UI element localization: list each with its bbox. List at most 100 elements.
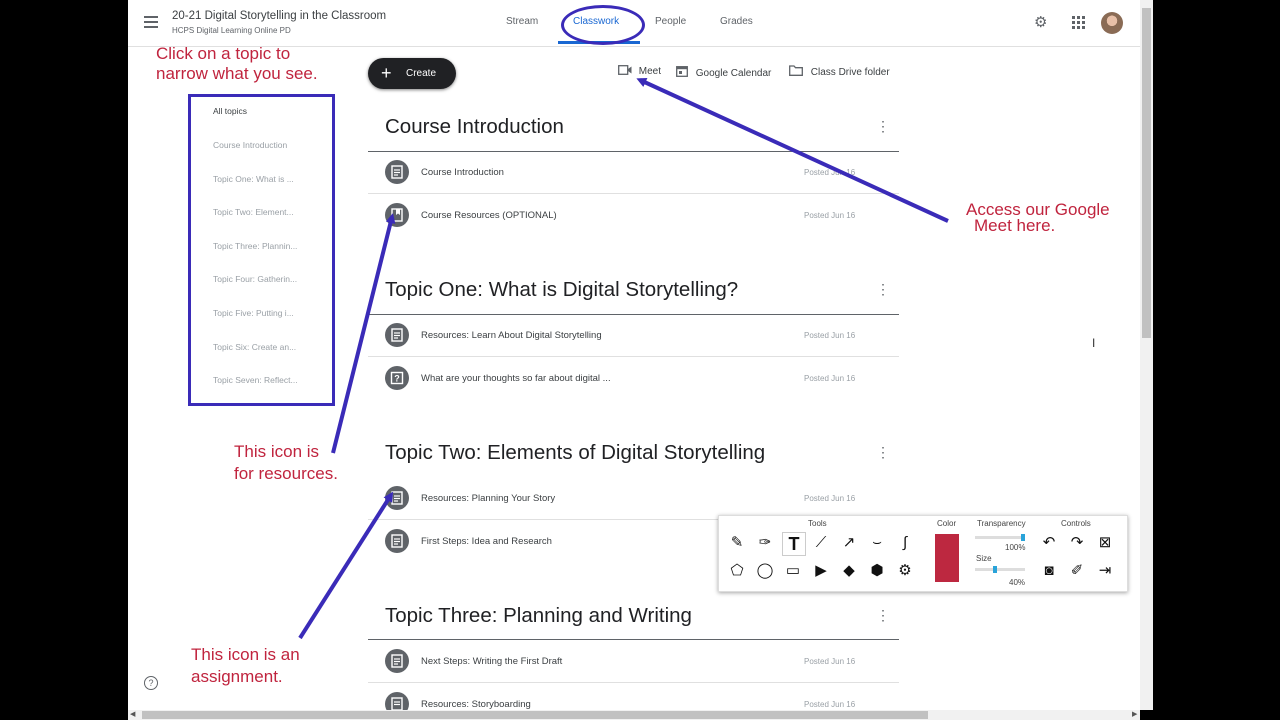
controls-label: Controls — [1061, 519, 1091, 528]
section-title[interactable]: Topic One: What is Digital Storytelling? — [385, 278, 738, 302]
exit-icon[interactable]: ⇥ — [1094, 560, 1116, 582]
transparency-label: Transparency — [977, 519, 1026, 528]
tab-stream[interactable]: Stream — [506, 16, 538, 27]
settings-gear-icon[interactable]: ⚙ — [1034, 13, 1047, 31]
section-divider — [368, 639, 899, 640]
topic-item[interactable]: Topic One: What is ... — [213, 174, 294, 184]
pencil-icon[interactable]: ✎ — [726, 532, 748, 554]
section-title[interactable]: Course Introduction — [385, 115, 564, 139]
row-divider — [368, 682, 899, 683]
freeform-tool-icon[interactable]: ∫ — [894, 532, 916, 554]
curve-tool-icon[interactable]: ⌣ — [866, 532, 888, 554]
create-button[interactable]: + Create — [368, 58, 456, 89]
material-icon — [385, 529, 409, 553]
classwork-item-title[interactable]: Course Introduction — [421, 167, 504, 178]
posted-date: Posted Jun 16 — [804, 168, 856, 177]
meet-note: Access our Google Meet here. — [966, 200, 1110, 235]
topic-all[interactable]: All topics — [213, 106, 247, 116]
topic-item[interactable]: Topic Three: Plannin... — [213, 241, 297, 251]
tab-grades[interactable]: Grades — [720, 16, 753, 27]
section-divider — [368, 151, 899, 152]
topic-item[interactable]: Topic Seven: Reflect... — [213, 375, 298, 385]
arrow-tool-icon[interactable]: ↗ — [838, 532, 860, 554]
class-title[interactable]: 20-21 Digital Storytelling in the Classr… — [172, 10, 386, 22]
topic-item[interactable]: Topic Four: Gatherin... — [213, 274, 297, 284]
tab-people[interactable]: People — [655, 16, 686, 27]
settings-gear-icon[interactable]: ⚙ — [894, 560, 916, 582]
eraser-icon[interactable]: ◆ — [838, 560, 860, 582]
classroom-page: 20-21 Digital Storytelling in the Classr… — [128, 0, 1140, 710]
resource-icon — [385, 203, 409, 227]
posted-date: Posted Jun 16 — [804, 700, 856, 709]
help-icon[interactable]: ? — [144, 676, 158, 690]
material-icon — [385, 323, 409, 347]
marker-icon[interactable]: ✑ — [754, 532, 776, 554]
redo-icon[interactable]: ↷ — [1066, 532, 1088, 554]
polygon-tool-icon[interactable]: ⬠ — [726, 560, 748, 582]
row-divider — [368, 193, 899, 194]
calendar-icon — [676, 66, 688, 77]
size-label: Size — [976, 554, 992, 563]
tools-label: Tools — [808, 519, 827, 528]
more-options-icon[interactable]: ⋮ — [876, 281, 890, 298]
camera-icon[interactable]: ◙ — [1038, 560, 1060, 582]
more-options-icon[interactable]: ⋮ — [876, 607, 890, 624]
vertical-scrollbar[interactable] — [1140, 0, 1153, 710]
size-slider[interactable] — [975, 566, 1025, 573]
classwork-item-title[interactable]: Resources: Planning Your Story — [421, 493, 555, 504]
ellipse-tool-icon[interactable]: ◯ — [754, 560, 776, 582]
posted-date: Posted Jun 16 — [804, 331, 856, 340]
material-icon — [385, 649, 409, 673]
topic-item[interactable]: Topic Five: Putting i... — [213, 308, 294, 318]
meet-link[interactable]: Meet — [618, 65, 661, 77]
folder-icon — [789, 65, 803, 76]
fill-bucket-icon[interactable]: ⬢ — [866, 560, 888, 582]
text-tool-icon[interactable]: T — [782, 532, 806, 556]
posted-date: Posted Jun 16 — [804, 211, 856, 220]
classwork-item-title[interactable]: First Steps: Idea and Research — [421, 536, 552, 547]
topic-item[interactable]: Topic Six: Create an... — [213, 342, 296, 352]
google-calendar-link[interactable]: Google Calendar — [676, 65, 771, 79]
main-menu-icon[interactable] — [144, 16, 158, 28]
video-camera-icon — [618, 65, 632, 75]
text-cursor-icon: I — [1092, 336, 1096, 350]
class-drive-folder-link[interactable]: Class Drive folder — [789, 65, 890, 78]
section-title[interactable]: Topic Three: Planning and Writing — [385, 604, 692, 628]
topic-note: Click on a topic to narrow what you see. — [156, 44, 318, 83]
classwork-item-title[interactable]: Resources: Learn About Digital Storytell… — [421, 330, 602, 341]
topic-item[interactable]: Topic Two: Element... — [213, 207, 294, 217]
color-label: Color — [937, 519, 957, 528]
transparency-value: 100% — [1005, 543, 1026, 552]
classwork-item-title[interactable]: Resources: Storyboarding — [421, 699, 531, 710]
edit-icon[interactable]: ✐ — [1066, 560, 1088, 582]
user-avatar[interactable] — [1101, 12, 1123, 34]
posted-date: Posted Jun 16 — [804, 494, 856, 503]
classwork-item-title[interactable]: What are your thoughts so far about digi… — [421, 373, 611, 384]
material-icon — [385, 486, 409, 510]
question-icon: ? — [385, 366, 409, 390]
selected-color-swatch[interactable] — [935, 534, 959, 582]
apps-grid-icon[interactable] — [1072, 16, 1085, 29]
drawing-toolbar: Tools Color Transparency Controls ✎ ✑ T … — [718, 515, 1128, 592]
section-title[interactable]: Topic Two: Elements of Digital Storytell… — [385, 441, 765, 465]
clear-canvas-icon[interactable]: ⊠ — [1094, 532, 1116, 554]
section-divider — [368, 314, 899, 315]
topic-item[interactable]: Course Introduction — [213, 140, 287, 150]
posted-date: Posted Jun 16 — [804, 657, 856, 666]
classwork-item-title[interactable]: Next Steps: Writing the First Draft — [421, 656, 562, 667]
classwork-item-title[interactable]: Course Resources (OPTIONAL) — [421, 210, 557, 221]
posted-date: Posted Jun 16 — [804, 374, 856, 383]
line-tool-icon[interactable]: ⟋ — [810, 532, 832, 554]
horizontal-scrollbar[interactable]: ◀ ▶ — [128, 710, 1140, 720]
svg-text:?: ? — [394, 374, 400, 384]
undo-icon[interactable]: ↶ — [1038, 532, 1060, 554]
more-options-icon[interactable]: ⋮ — [876, 118, 890, 135]
transparency-slider[interactable] — [975, 534, 1025, 541]
size-value: 40% — [1009, 578, 1026, 587]
plus-icon: + — [381, 63, 392, 83]
pointer-tool-icon[interactable]: ▶ — [810, 560, 832, 582]
rectangle-tool-icon[interactable]: ▭ — [782, 560, 804, 582]
material-icon — [385, 692, 409, 710]
more-options-icon[interactable]: ⋮ — [876, 444, 890, 461]
material-icon — [385, 160, 409, 184]
